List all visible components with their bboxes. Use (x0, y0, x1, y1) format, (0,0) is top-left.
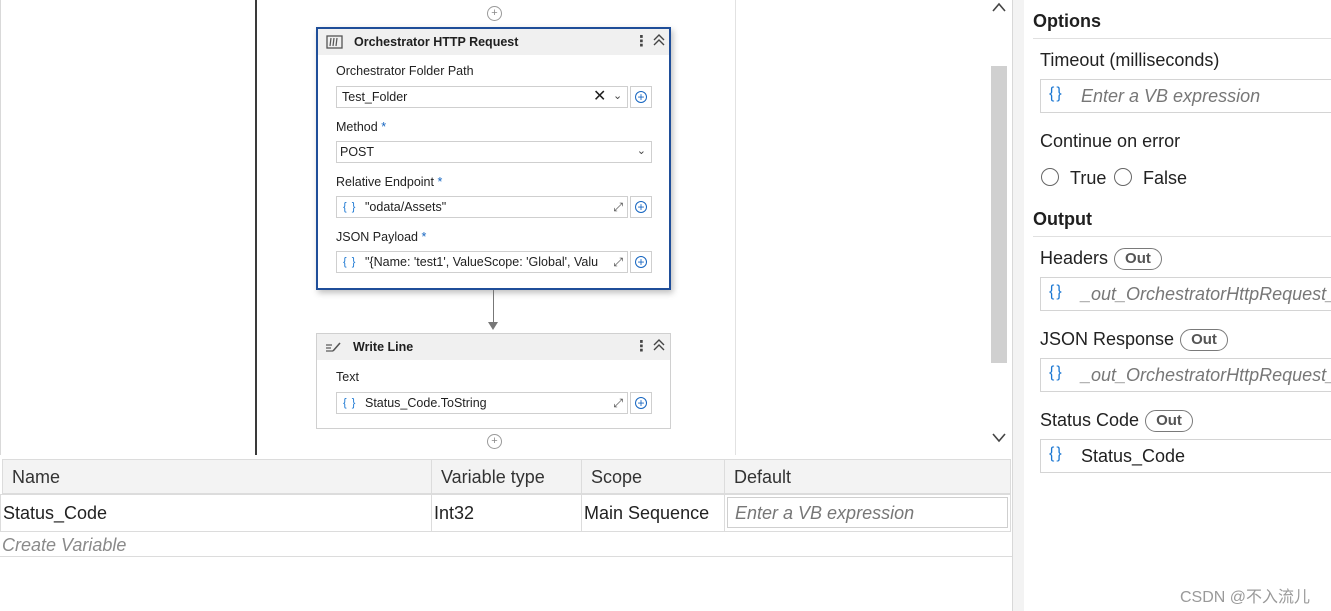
plus-circle-icon: + (635, 91, 647, 103)
column-header-default[interactable]: Default (724, 459, 1011, 494)
create-variable-link[interactable]: Create Variable (2, 535, 126, 556)
scroll-up-icon[interactable] (991, 0, 1007, 16)
scroll-down-icon[interactable] (991, 430, 1007, 446)
output-section-title[interactable]: Output (1033, 209, 1092, 230)
payload-value: "{Name: 'test1', ValueScope: 'Global', V… (365, 255, 599, 269)
options-section-title[interactable]: Options (1033, 11, 1101, 32)
headers-input[interactable]: {} _out_OrchestratorHttpRequest_2 (1040, 277, 1331, 311)
expression-braces-icon: { } (343, 256, 357, 268)
payload-add-button[interactable]: + (630, 251, 652, 273)
variables-panel: Name Variable type Scope Default Status_… (0, 459, 1012, 611)
plus-circle-icon: + (635, 201, 647, 213)
payload-label: JSON Payload * (336, 230, 427, 244)
expand-editor-icon[interactable]: ⤢ (613, 393, 623, 413)
activity-title: Write Line (353, 340, 414, 354)
method-label: Method * (336, 120, 387, 134)
more-options-icon[interactable]: ⋮ (634, 33, 649, 51)
orchestrator-http-request-activity[interactable]: Orchestrator HTTP Request ⋮ Orchestrator… (316, 27, 671, 290)
endpoint-label: Relative Endpoint * (336, 175, 443, 189)
write-line-activity[interactable]: Write Line ⋮ Text { } Status_Code.ToStri… (316, 333, 671, 429)
expression-braces-icon: { } (343, 201, 357, 213)
expression-braces-icon: {} (1049, 445, 1064, 462)
json-response-label: JSON Response Out (1040, 329, 1228, 351)
expression-braces-icon: {} (1049, 283, 1064, 300)
folder-path-add-button[interactable]: + (630, 86, 652, 108)
connector-arrow-icon (488, 322, 498, 330)
sequence-right-border (735, 0, 736, 455)
json-response-input[interactable]: {} _out_OrchestratorHttpRequest_2 (1040, 358, 1331, 392)
divider (1033, 38, 1331, 39)
activity-header[interactable]: Orchestrator HTTP Request ⋮ (318, 29, 669, 55)
timeout-input[interactable]: {} Enter a VB expression (1040, 79, 1331, 113)
more-options-icon[interactable]: ⋮ (634, 338, 649, 356)
json-response-value: _out_OrchestratorHttpRequest_2 (1081, 365, 1331, 385)
scrollbar-thumb[interactable] (991, 66, 1007, 363)
add-activity-bottom-icon[interactable]: + (487, 434, 502, 449)
write-line-icon (325, 339, 343, 355)
clear-icon[interactable]: ✕ (593, 87, 606, 107)
activity-title: Orchestrator HTTP Request (354, 35, 519, 49)
divider (1033, 236, 1331, 237)
activity-header[interactable]: Write Line ⋮ (317, 334, 670, 360)
expression-braces-icon: {} (1049, 85, 1064, 102)
out-badge: Out (1114, 248, 1162, 270)
method-value: POST (340, 145, 375, 159)
plus-circle-icon: + (635, 256, 647, 268)
endpoint-value: "odata/Assets" (365, 200, 447, 214)
headers-label: Headers Out (1040, 248, 1162, 270)
out-badge: Out (1145, 410, 1193, 432)
watermark: CSDN @不入流儿 (1180, 589, 1311, 606)
expression-braces-icon: { } (343, 397, 357, 409)
http-request-icon (326, 34, 344, 50)
status-code-value: Status_Code (1081, 446, 1186, 466)
variable-scope-cell[interactable]: Main Sequence (581, 494, 725, 532)
folder-path-value: Test_Folder (342, 90, 408, 104)
variable-default-input[interactable]: Enter a VB expression (727, 497, 1008, 528)
text-input[interactable]: { } Status_Code.ToString ⤢ (336, 392, 628, 414)
text-label: Text (336, 370, 359, 384)
expand-editor-icon[interactable]: ⤢ (613, 197, 623, 217)
variable-default-cell[interactable]: Enter a VB expression (724, 494, 1011, 532)
add-activity-top-icon[interactable]: + (487, 6, 502, 21)
folder-path-label: Orchestrator Folder Path (336, 64, 474, 78)
payload-input[interactable]: { } "{Name: 'test1', ValueScope: 'Global… (336, 251, 628, 273)
text-value: Status_Code.ToString (365, 396, 487, 410)
chevron-down-icon[interactable]: ⌄ (637, 141, 646, 161)
collapse-icon[interactable] (653, 338, 665, 357)
expression-braces-icon: {} (1049, 364, 1064, 381)
continue-on-error-label: Continue on error (1040, 131, 1181, 151)
method-dropdown[interactable]: POST ⌄ (336, 141, 652, 163)
expand-editor-icon[interactable]: ⤢ (613, 252, 623, 272)
false-radio[interactable] (1114, 168, 1132, 186)
out-badge: Out (1180, 329, 1228, 351)
properties-panel: Options Timeout (milliseconds) {} Enter … (1024, 0, 1331, 611)
true-radio[interactable] (1041, 168, 1059, 186)
headers-value: _out_OrchestratorHttpRequest_2 (1081, 284, 1331, 304)
collapse-icon[interactable] (653, 33, 665, 52)
workflow-designer: + Orchestrator HTTP Request ⋮ Orchestrat… (0, 0, 1013, 455)
column-header-name[interactable]: Name (2, 459, 432, 494)
chevron-down-icon[interactable]: ⌄ (613, 86, 622, 106)
variable-type-cell[interactable]: Int32 (431, 494, 582, 532)
variable-name-cell[interactable]: Status_Code (0, 494, 432, 532)
endpoint-add-button[interactable]: + (630, 196, 652, 218)
timeout-label: Timeout (milliseconds) (1040, 50, 1220, 70)
column-header-type[interactable]: Variable type (431, 459, 582, 494)
false-label: False (1143, 168, 1188, 188)
endpoint-input[interactable]: { } "odata/Assets" ⤢ (336, 196, 628, 218)
connector-line (493, 290, 494, 324)
plus-circle-icon: + (635, 397, 647, 409)
folder-path-dropdown[interactable]: Test_Folder ✕ ⌄ (336, 86, 628, 108)
status-code-label: Status Code Out (1040, 410, 1193, 432)
timeout-placeholder: Enter a VB expression (1081, 86, 1261, 106)
divider (0, 556, 1012, 557)
column-header-scope[interactable]: Scope (581, 459, 725, 494)
text-add-button[interactable]: + (630, 392, 652, 414)
designer-scrollbar[interactable] (988, 0, 1010, 455)
status-code-input[interactable]: {} Status_Code (1040, 439, 1331, 473)
true-label: True (1070, 168, 1107, 188)
sequence-border (255, 0, 257, 455)
